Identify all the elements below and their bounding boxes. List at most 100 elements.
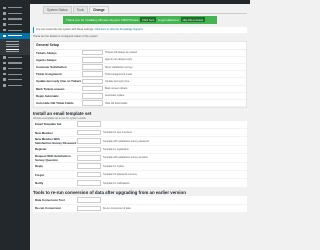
setting-label: Forgot [35,172,45,177]
email-setting-row: Request With Satisfaction Survey Questio… [33,153,247,163]
tab-tools[interactable]: Tools [72,6,89,13]
dashboard-icon [3,6,6,10]
setting-input[interactable] [77,197,101,203]
setting-help: Template for notifications. [103,181,131,185]
user-icon [3,67,6,70]
setting-input[interactable] [82,49,103,56]
general-setting-row: Mark Tickets unseen Mark unseen tickets. [34,85,246,93]
submenu-item[interactable] [6,43,19,45]
main-content: System Status Tools Change Thank you for… [33,6,247,213]
setting-input[interactable] [77,180,101,186]
email-setting-row: Email Template Set [33,120,247,129]
pin-icon [3,12,6,15]
setting-help: Agents can always reply. [105,58,133,62]
setting-help: Template for registration. [103,147,130,151]
setting-input[interactable] [82,57,103,63]
setting-label: Data Conversion Tool [35,197,65,202]
submenu-item-current[interactable] [6,48,19,50]
setting-input[interactable] [77,205,101,212]
submenu-item[interactable] [6,51,19,53]
knowledge-link[interactable]: Click here to view the Knowledge Support [94,28,142,31]
setting-label: Register [35,147,47,152]
general-setting-row: Agents Always Agents can always reply. [34,57,246,64]
setting-help: Re-run conversion of data. [103,206,132,210]
setting-label: New Member With Satisfaction Survey Pass… [35,137,77,146]
setting-input[interactable] [77,146,101,153]
tools-section-title: Tools to re-run conversion of data after… [33,190,186,196]
setting-help: Template for password recovery. [103,173,138,177]
setting-label: Auto Hide Old Ticket Fields [36,101,74,105]
setting-help: Template with satisfaction survey questi… [103,156,149,160]
setting-help: Ticket assignment mode. [105,72,133,76]
tools-panel: Data Conversion Tool Re-run Conversion Re-… [33,196,247,213]
tab-bar: System Status Tools Change [43,6,247,14]
setting-help: Update last reply time. [105,79,130,83]
general-setting-row: Ticket Assignment Ticket assignment mode. [34,71,246,79]
setting-help: Automatic replies. [105,94,125,98]
email-setting-row: Reply Template for replies. [33,162,247,171]
tools-setting-row: Data Conversion Tool [33,196,247,205]
email-setting-row: New Member With Satisfaction Survey Pass… [33,137,247,146]
setting-label: Request With Satisfaction Survey Questio… [35,153,71,162]
email-section-desc: Choose a template set to use for system … [33,116,87,120]
skip-button[interactable]: skip this process [180,17,206,23]
general-setting-row: Auto Hide Old Ticket Fields Hide old tick… [34,100,246,108]
general-setting-row: Reply Automatic Automatic replies. [34,93,246,100]
setting-help: Template with satisfaction survey passwo… [103,139,150,143]
setting-label: Customer Satisfaction [36,65,67,70]
general-heading: General Setup [34,42,246,50]
email-section-title: Install an email template set [33,110,92,116]
setting-label: Ticket Assignment [36,72,62,77]
sidebar-submenu [0,38,30,55]
setting-help: Hide old ticket fields. [105,101,128,105]
media-icon [3,17,6,21]
setting-input[interactable] [77,163,101,170]
setting-input[interactable] [82,71,103,78]
setting-label: Tickets Always [36,50,57,55]
intro-text: These are the default or configured valu… [33,35,99,39]
setting-help: Template for new members. [103,131,133,135]
tools-setting-row: Re-run Conversion Re-run conversion of da… [33,204,247,213]
setting-label: Agents Always [36,57,57,62]
wrench-icon [3,72,6,76]
setting-help: Tickets will always be posted. [105,51,138,55]
setting-label: Email Template Set [35,122,62,127]
general-setting-row: Customer Satisfaction Show satisfaction s… [34,64,246,72]
setting-label: Notify [35,181,44,186]
setting-input[interactable] [77,138,101,144]
setting-label: New Member [35,130,53,135]
sidebar-collapse[interactable] [0,83,30,89]
tab-system-status[interactable]: System Status [43,6,72,13]
plugin-icon [3,61,6,65]
setting-label: Update last reply time on Tickets [36,79,82,84]
setting-input[interactable] [82,78,103,85]
setting-input[interactable] [82,93,103,99]
tab-change[interactable]: Change [89,6,109,13]
setting-input[interactable] [77,171,101,178]
setting-input[interactable] [82,85,103,92]
submenu-item[interactable] [6,46,19,48]
setting-input[interactable] [77,155,101,161]
email-settings-panel: Email Template Set New Member Template for… [33,120,247,188]
admin-bar [0,0,250,4]
setting-input[interactable] [77,121,101,128]
setting-help: Show satisfaction survey. [105,65,134,69]
setting-help: Mark unseen tickets. [105,87,128,91]
submenu-item[interactable] [6,41,19,43]
admin-sidebar [0,0,30,250]
setting-label: Reply Automatic [36,93,59,98]
setting-input[interactable] [77,129,101,136]
setting-help: Template for replies. [103,164,125,168]
click-here-button[interactable]: Click here [140,17,157,23]
comment-icon [3,28,6,32]
collapse-icon [3,84,6,87]
info-notice: You can customize the system with these … [33,26,247,33]
setting-input[interactable] [82,64,103,70]
notice-text: Thank you for installing Ultimate Suppor… [66,17,139,22]
setting-input[interactable] [82,100,103,106]
brush-icon [3,56,6,59]
email-setting-row: Forgot Template for password recovery. [33,170,247,180]
page-icon [3,23,6,26]
email-setting-row: Notify Template for notifications. [33,179,247,188]
setting-label: Re-run Conversion [35,206,62,211]
